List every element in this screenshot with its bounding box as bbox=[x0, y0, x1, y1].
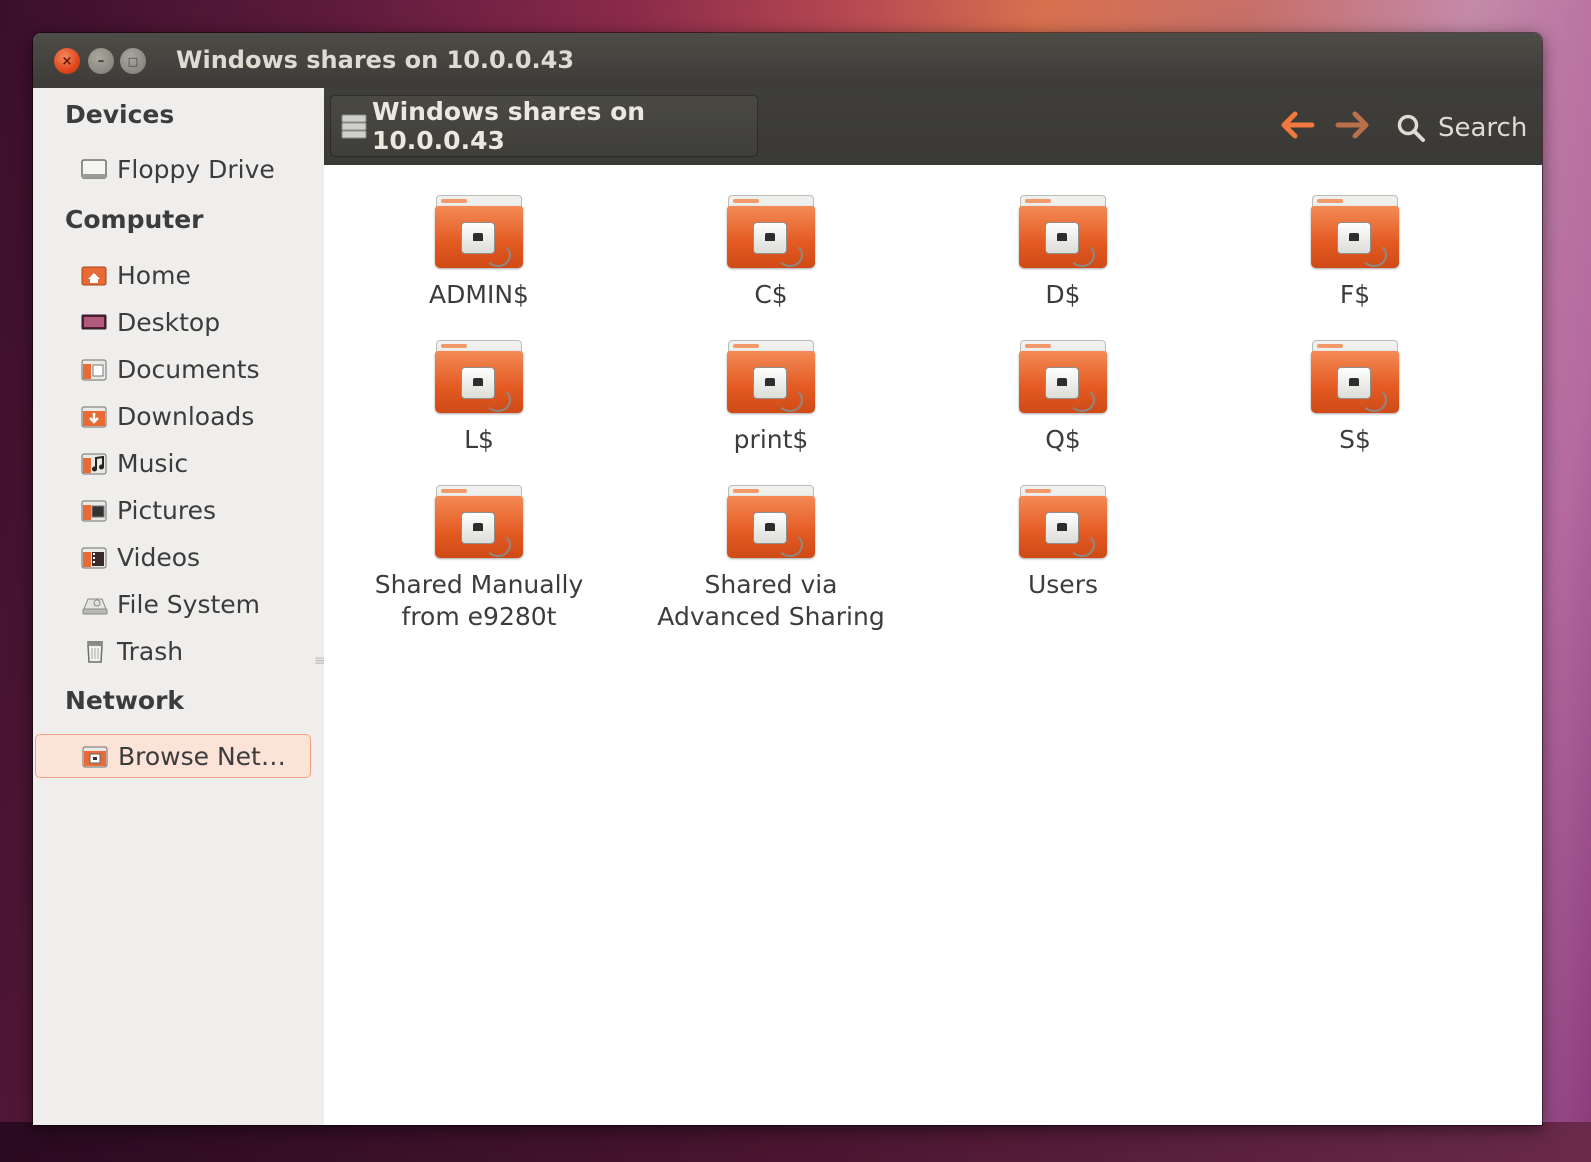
sidebar-item-trash[interactable]: Trash bbox=[80, 633, 183, 669]
share-item[interactable]: print$ bbox=[636, 340, 906, 456]
share-label: print$ bbox=[733, 425, 809, 454]
server-icon bbox=[340, 112, 368, 140]
sidebar-item-label: Desktop bbox=[117, 307, 221, 337]
breadcrumb-button[interactable]: Windows shares on 10.0.0.43 bbox=[330, 95, 758, 157]
share-label: Q$ bbox=[1045, 425, 1081, 454]
music-folder-icon bbox=[80, 450, 108, 476]
sidebar-heading-devices: Devices bbox=[65, 100, 175, 129]
trash-icon bbox=[80, 638, 108, 664]
sidebar-item-downloads[interactable]: Downloads bbox=[80, 398, 254, 434]
share-label: F$ bbox=[1339, 280, 1371, 309]
share-label: S$ bbox=[1339, 425, 1371, 454]
sidebar-heading-network: Network bbox=[65, 686, 185, 715]
window-title: Windows shares on 10.0.0.43 bbox=[176, 46, 575, 74]
network-share-folder-icon bbox=[1019, 195, 1107, 271]
share-item[interactable]: Users bbox=[928, 485, 1198, 601]
back-button[interactable] bbox=[1279, 110, 1315, 146]
share-item[interactable]: F$ bbox=[1220, 195, 1490, 311]
network-share-folder-icon bbox=[1019, 340, 1107, 416]
sidebar-item-desktop[interactable]: Desktop bbox=[80, 304, 220, 340]
share-item[interactable]: ADMIN$ bbox=[344, 195, 614, 311]
minimize-icon: – bbox=[97, 53, 105, 69]
documents-folder-icon bbox=[80, 356, 108, 382]
share-label: Shared via Advanced Sharing bbox=[657, 570, 885, 631]
network-share-folder-icon bbox=[435, 485, 523, 561]
harddisk-icon bbox=[80, 591, 108, 617]
sidebar-item-label: Trash bbox=[117, 636, 184, 666]
network-share-folder-icon bbox=[435, 340, 523, 416]
share-item[interactable]: L$ bbox=[344, 340, 614, 456]
desktop-icon bbox=[80, 309, 108, 335]
home-folder-icon bbox=[80, 262, 108, 288]
network-share-folder-icon bbox=[1311, 195, 1399, 271]
network-share-folder-icon bbox=[727, 485, 815, 561]
share-label: D$ bbox=[1045, 280, 1081, 309]
share-item[interactable]: D$ bbox=[928, 195, 1198, 311]
videos-folder-icon bbox=[80, 544, 108, 570]
search-button[interactable]: Search bbox=[1396, 108, 1527, 148]
sidebar-item-documents[interactable]: Documents bbox=[80, 351, 260, 387]
share-label: Users bbox=[1027, 570, 1098, 599]
pictures-folder-icon bbox=[80, 497, 108, 523]
share-label: C$ bbox=[754, 280, 788, 309]
downloads-folder-icon bbox=[80, 403, 108, 429]
share-item[interactable]: S$ bbox=[1220, 340, 1490, 456]
sidebar-item-label: Home bbox=[117, 260, 191, 290]
sidebar-item-music[interactable]: Music bbox=[80, 445, 188, 481]
share-item[interactable]: C$ bbox=[636, 195, 906, 311]
sidebar-item-label: File System bbox=[117, 589, 261, 619]
sidebar-item-videos[interactable]: Videos bbox=[80, 539, 200, 575]
sidebar-item-label: Music bbox=[117, 448, 189, 478]
share-label: Shared Manually from e9280t bbox=[374, 570, 584, 631]
file-view: ADMIN$ C$ D$ F$ L$ print$ Q$ S$ Shared M… bbox=[324, 165, 1542, 1125]
sidebar-item-label: Downloads bbox=[117, 401, 255, 431]
network-share-folder-icon bbox=[435, 195, 523, 271]
sidebar-item-file-system[interactable]: File System bbox=[80, 586, 260, 622]
network-share-folder-icon bbox=[1019, 485, 1107, 561]
network-share-folder-icon bbox=[727, 340, 815, 416]
sidebar-item-home[interactable]: Home bbox=[80, 257, 191, 293]
network-share-folder-icon bbox=[1311, 340, 1399, 416]
share-label: L$ bbox=[464, 425, 494, 454]
maximize-icon: □ bbox=[127, 54, 139, 68]
file-manager-window: × – □ Windows shares on 10.0.0.43 Device… bbox=[33, 33, 1542, 1125]
forward-arrow-icon bbox=[1335, 111, 1369, 139]
close-button[interactable]: × bbox=[54, 48, 80, 74]
sidebar-heading-computer: Computer bbox=[65, 205, 204, 234]
network-folder-icon bbox=[81, 743, 109, 769]
sidebar-item-pictures[interactable]: Pictures bbox=[80, 492, 216, 528]
desktop-background bbox=[0, 1122, 1591, 1162]
search-label: Search bbox=[1438, 113, 1528, 143]
share-item[interactable]: Q$ bbox=[928, 340, 1198, 456]
sidebar-item-label: Documents bbox=[117, 354, 260, 384]
share-item[interactable]: Shared Manually from e9280t bbox=[344, 485, 614, 633]
sidebar-item-browse-network[interactable]: Browse Net… bbox=[35, 734, 311, 778]
minimize-button[interactable]: – bbox=[88, 48, 114, 74]
window-titlebar[interactable]: × – □ Windows shares on 10.0.0.43 bbox=[33, 33, 1542, 88]
network-share-folder-icon bbox=[727, 195, 815, 271]
sidebar-item-label: Floppy Drive bbox=[117, 154, 275, 184]
floppy-icon bbox=[80, 156, 108, 182]
sidebar-item-label: Pictures bbox=[117, 495, 216, 525]
toolbar: Windows shares on 10.0.0.43 Search bbox=[324, 88, 1542, 165]
sidebar-item-label: Videos bbox=[117, 542, 201, 572]
forward-button[interactable] bbox=[1335, 110, 1371, 146]
share-label: ADMIN$ bbox=[429, 280, 529, 309]
places-sidebar: Devices Floppy Drive Computer Home Deskt… bbox=[33, 88, 326, 1125]
maximize-button[interactable]: □ bbox=[120, 48, 146, 74]
sidebar-item-label: Browse Net… bbox=[118, 741, 286, 771]
search-icon bbox=[1396, 113, 1426, 143]
share-item[interactable]: Shared via Advanced Sharing bbox=[636, 485, 906, 633]
sidebar-item-floppy-drive[interactable]: Floppy Drive bbox=[80, 151, 275, 187]
back-arrow-icon bbox=[1281, 111, 1315, 139]
breadcrumb-label: Windows shares on 10.0.0.43 bbox=[372, 97, 646, 155]
close-icon: × bbox=[61, 53, 73, 69]
